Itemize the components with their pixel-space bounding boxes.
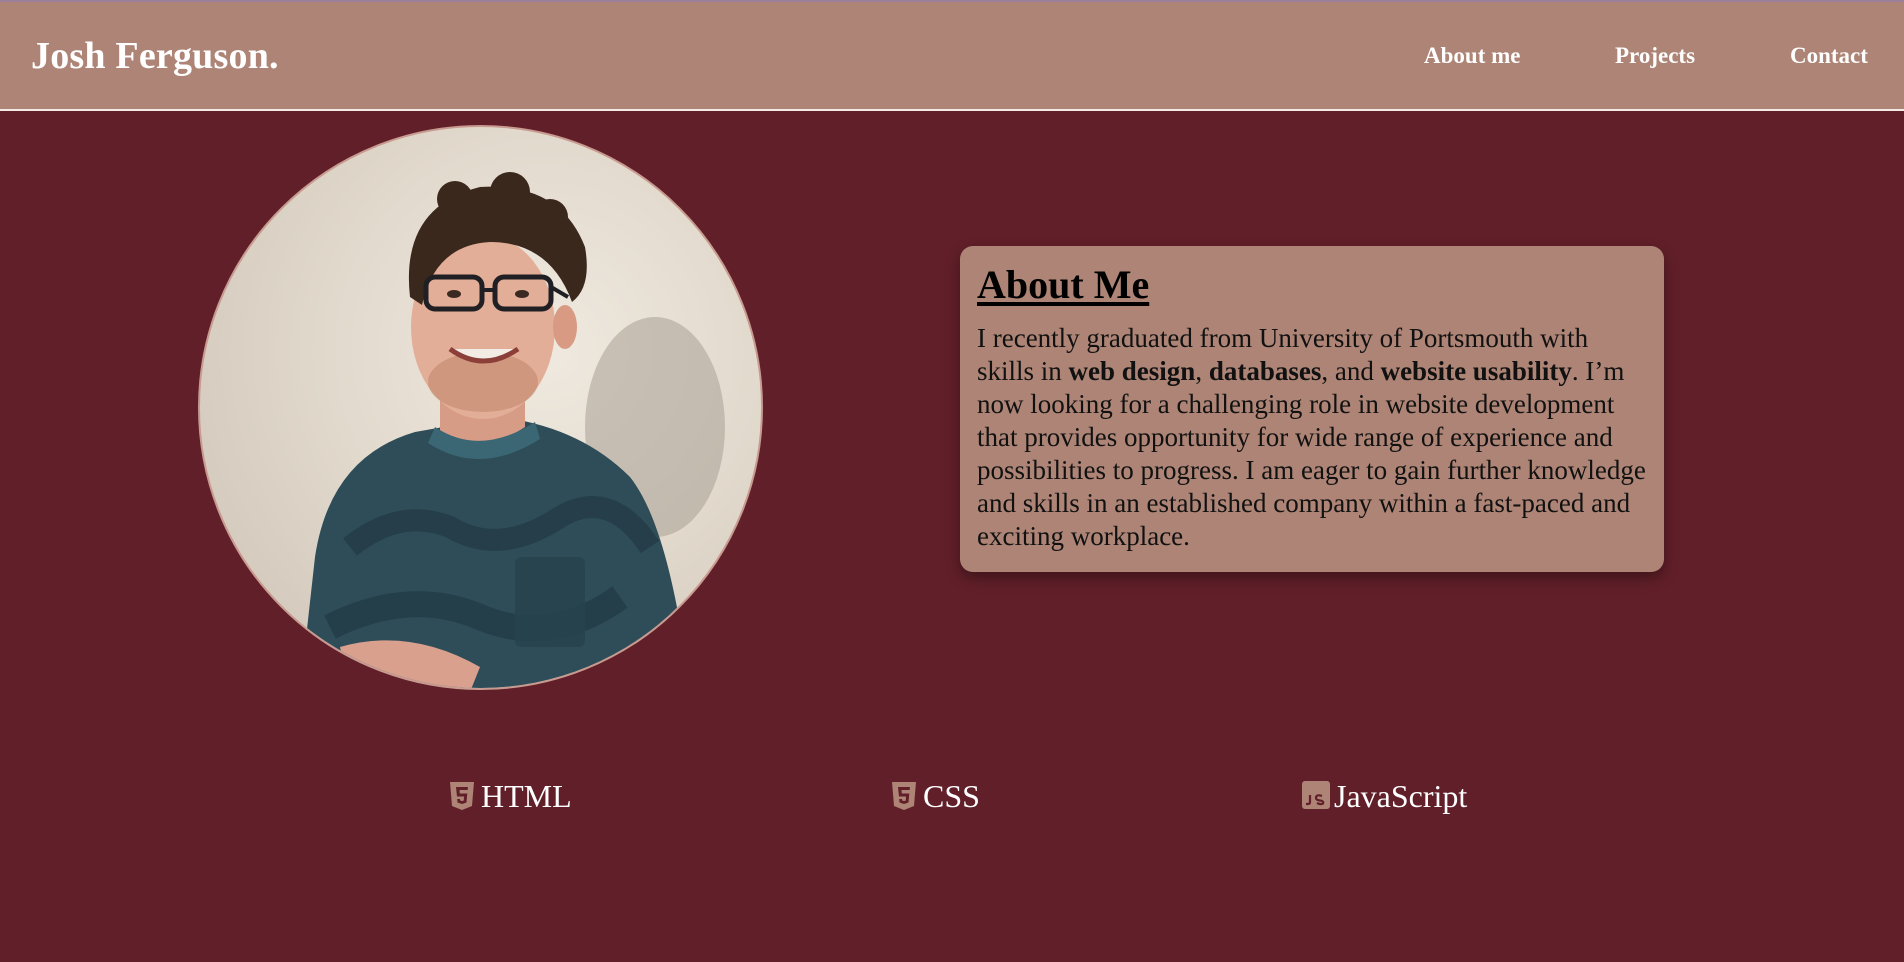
skill-item-html: HTML [449, 778, 572, 814]
about-card: About Me I recently graduated from Unive… [960, 246, 1664, 572]
skill-web-design: web design [1068, 356, 1196, 386]
nav-link-about[interactable]: About me [1424, 43, 1520, 69]
site-header: Josh Ferguson. About me Projects Contact [0, 0, 1904, 111]
nav-link-contact[interactable]: Contact [1790, 43, 1868, 69]
skill-label-css: CSS [923, 778, 980, 814]
about-separator: , [1195, 356, 1209, 386]
about-paragraph: I recently graduated from University of … [977, 322, 1648, 553]
skill-label-javascript: JavaScript [1334, 778, 1468, 814]
skill-item-css: CSS [891, 778, 980, 814]
site-brand[interactable]: Josh Ferguson. [31, 34, 279, 78]
css3-icon [891, 781, 917, 811]
javascript-icon [1302, 781, 1330, 811]
skill-label-html: HTML [481, 778, 572, 814]
html5-icon [449, 781, 475, 811]
profile-photo [198, 125, 763, 690]
skill-databases: databases [1208, 356, 1322, 386]
about-title: About Me [977, 262, 1150, 307]
about-separator: , and [1321, 356, 1381, 386]
nav-link-projects[interactable]: Projects [1615, 43, 1695, 69]
skill-item-javascript: JavaScript [1302, 778, 1467, 814]
skill-website-usability: website usability [1380, 356, 1572, 386]
